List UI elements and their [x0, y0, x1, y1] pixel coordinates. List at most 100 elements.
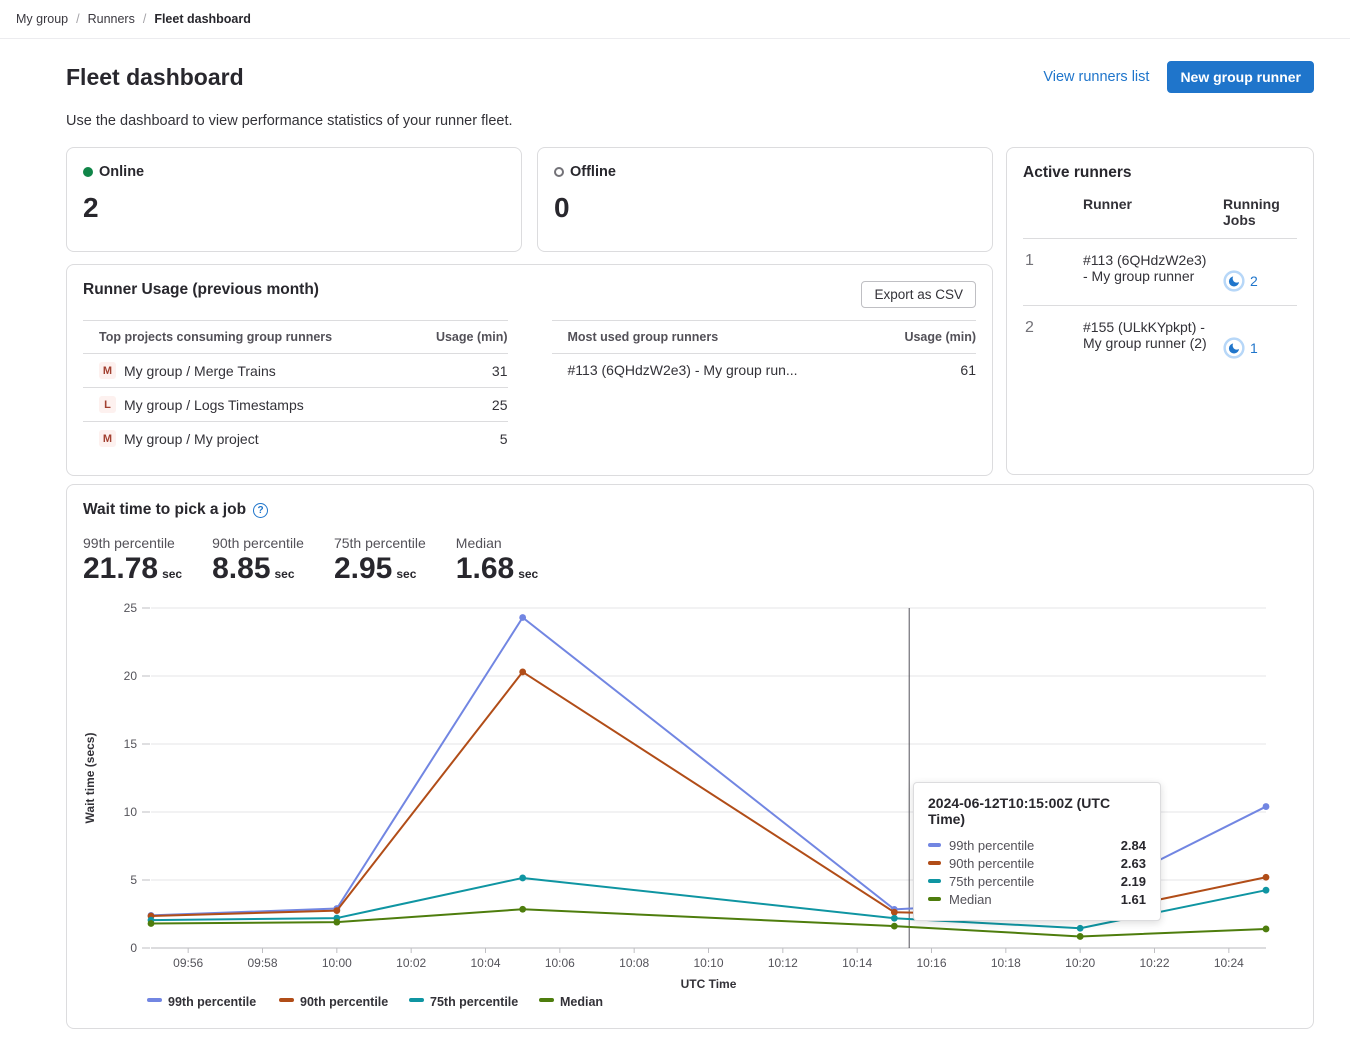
view-runners-list-link[interactable]: View runners list: [1043, 69, 1149, 85]
tooltip-series-value: 2.19: [1121, 874, 1146, 889]
legend-swatch: [539, 998, 554, 1002]
wait-time-title: Wait time to pick a job: [83, 501, 246, 519]
help-icon[interactable]: ?: [253, 503, 268, 518]
running-jobs-count[interactable]: 2: [1250, 273, 1258, 289]
x-tick-label: 10:22: [1139, 956, 1169, 970]
legend-item-90th-percentile[interactable]: 90th percentile: [279, 995, 388, 1009]
stat-value: 8.85sec: [212, 551, 304, 592]
legend-swatch: [147, 998, 162, 1002]
offline-count: 0: [554, 192, 976, 224]
active-runner-rows: 1#113 (6QHdzW2e3) - My group runner22#15…: [1023, 239, 1297, 372]
x-axis-name: UTC Time: [681, 977, 737, 991]
project-avatar: L: [99, 396, 116, 413]
top-projects-table: Top projects consuming group runners Usa…: [83, 320, 508, 455]
x-tick-label: 10:14: [842, 956, 872, 970]
stat-value: 21.78sec: [83, 551, 182, 592]
top-projects-rows: M My group / Merge Trains 31 L My group / Lo…: [83, 354, 508, 455]
most-used-runners-table: Most used group runners Usage (min) #113…: [552, 320, 977, 455]
legend-swatch: [279, 998, 294, 1002]
project-avatar: M: [99, 362, 116, 379]
top-projects-header: Top projects consuming group runners: [99, 330, 332, 344]
data-point-99th-percentile: [519, 614, 526, 621]
usage-value: 31: [492, 363, 508, 379]
data-point-90th-percentile: [891, 909, 898, 916]
page-description: Use the dashboard to view performance st…: [66, 113, 1314, 129]
active-runner-row: 2#155 (ULkKYpkpt) - My group runner (2) 1: [1023, 306, 1297, 372]
top-projects-usage-header: Usage (min): [436, 330, 508, 344]
active-runners-jobs-header: Running Jobs: [1223, 196, 1297, 228]
running-jobs-count[interactable]: 1: [1250, 340, 1258, 356]
breadcrumb-my-group[interactable]: My group: [16, 12, 68, 26]
running-status-icon: [1223, 337, 1245, 359]
online-status-icon: [83, 167, 93, 177]
data-point-median: [148, 920, 155, 927]
legend-item-median[interactable]: Median: [539, 995, 603, 1009]
offline-runners-card: Offline 0: [537, 147, 993, 252]
project-name: MMy group / My project: [99, 430, 259, 447]
runner-name[interactable]: #155 (ULkKYpkpt) - My group runner (2): [1083, 319, 1223, 351]
breadcrumb-runners[interactable]: Runners: [88, 12, 135, 26]
y-tick-label: 25: [124, 601, 138, 615]
project-label: My group / Logs Timestamps: [124, 397, 304, 413]
usage-value: 5: [500, 431, 508, 447]
offline-status-icon: [554, 167, 564, 177]
runner-usage-panel: Runner Usage (previous month) Export as …: [66, 264, 993, 476]
most-used-runners-rows: #113 (6QHdzW2e3) - My group run...61: [552, 354, 977, 386]
legend-label: 99th percentile: [168, 995, 256, 1009]
stat-label: 90th percentile: [212, 535, 304, 551]
runner-name[interactable]: #113 (6QHdzW2e3) - My group runner: [1083, 252, 1223, 284]
chart-tooltip: 2024-06-12T10:15:00Z (UTC Time) 99th per…: [913, 782, 1161, 921]
most-used-runners-header: Most used group runners: [568, 330, 719, 344]
runner-index: 2: [1023, 319, 1083, 337]
table-row: L My group / Logs Timestamps 25: [83, 388, 508, 422]
x-tick-label: 10:12: [768, 956, 798, 970]
legend-item-99th-percentile[interactable]: 99th percentile: [147, 995, 256, 1009]
data-point-75th-percentile: [1077, 925, 1084, 932]
stat-value: 2.95sec: [334, 551, 426, 592]
x-tick-label: 10:18: [991, 956, 1021, 970]
stat-unit: sec: [275, 567, 295, 581]
data-point-median: [891, 923, 898, 930]
legend-label: 75th percentile: [430, 995, 518, 1009]
runner-usage-title: Runner Usage (previous month): [83, 281, 319, 299]
usage-value: 25: [492, 397, 508, 413]
x-tick-label: 09:58: [247, 956, 277, 970]
export-csv-button[interactable]: Export as CSV: [861, 281, 976, 308]
online-label: Online: [99, 164, 144, 180]
project-name: #113 (6QHdzW2e3) - My group run...: [568, 362, 798, 378]
wait-time-stat: Median1.68sec: [456, 535, 538, 592]
y-tick-label: 20: [124, 669, 138, 683]
table-row: MMy group / My project 5: [83, 422, 508, 455]
data-point-90th-percentile: [519, 669, 526, 676]
main-content: Fleet dashboard View runners list New gr…: [0, 61, 1350, 1029]
online-count: 2: [83, 192, 505, 224]
project-label: My group / Merge Trains: [124, 363, 276, 379]
breadcrumb-separator: /: [76, 12, 79, 26]
project-label: #113 (6QHdzW2e3) - My group run...: [568, 362, 798, 378]
wait-time-chart-area: 051015202509:5609:5810:0010:0210:0410:06…: [83, 596, 1297, 1014]
data-point-90th-percentile: [1263, 874, 1270, 881]
legend-label: 90th percentile: [300, 995, 388, 1009]
data-point-75th-percentile: [519, 875, 526, 882]
active-runner-row: 1#113 (6QHdzW2e3) - My group runner 2: [1023, 239, 1297, 306]
most-used-usage-header: Usage (min): [904, 330, 976, 344]
wait-time-panel: Wait time to pick a job ? 99th percentil…: [66, 484, 1314, 1029]
active-runners-panel: Active runners Runner Running Jobs 1#113…: [1006, 147, 1314, 475]
header-actions: View runners list New group runner: [1043, 61, 1314, 93]
runner-index: 1: [1023, 252, 1083, 270]
new-group-runner-button[interactable]: New group runner: [1167, 61, 1314, 93]
x-tick-label: 10:04: [470, 956, 500, 970]
running-jobs-cell: 2: [1223, 270, 1297, 292]
y-tick-label: 0: [130, 941, 137, 955]
legend-item-75th-percentile[interactable]: 75th percentile: [409, 995, 518, 1009]
legend-swatch: [409, 998, 424, 1002]
breadcrumb-current: Fleet dashboard: [154, 12, 251, 26]
running-status-icon: [1223, 270, 1245, 292]
y-tick-label: 10: [124, 805, 138, 819]
tooltip-series-label: 75th percentile: [949, 874, 1113, 889]
project-label: My group / My project: [124, 431, 259, 447]
data-point-median: [333, 919, 340, 926]
project-name: L My group / Logs Timestamps: [99, 396, 304, 413]
stat-label: 99th percentile: [83, 535, 182, 551]
running-jobs-cell: 1: [1223, 337, 1297, 359]
